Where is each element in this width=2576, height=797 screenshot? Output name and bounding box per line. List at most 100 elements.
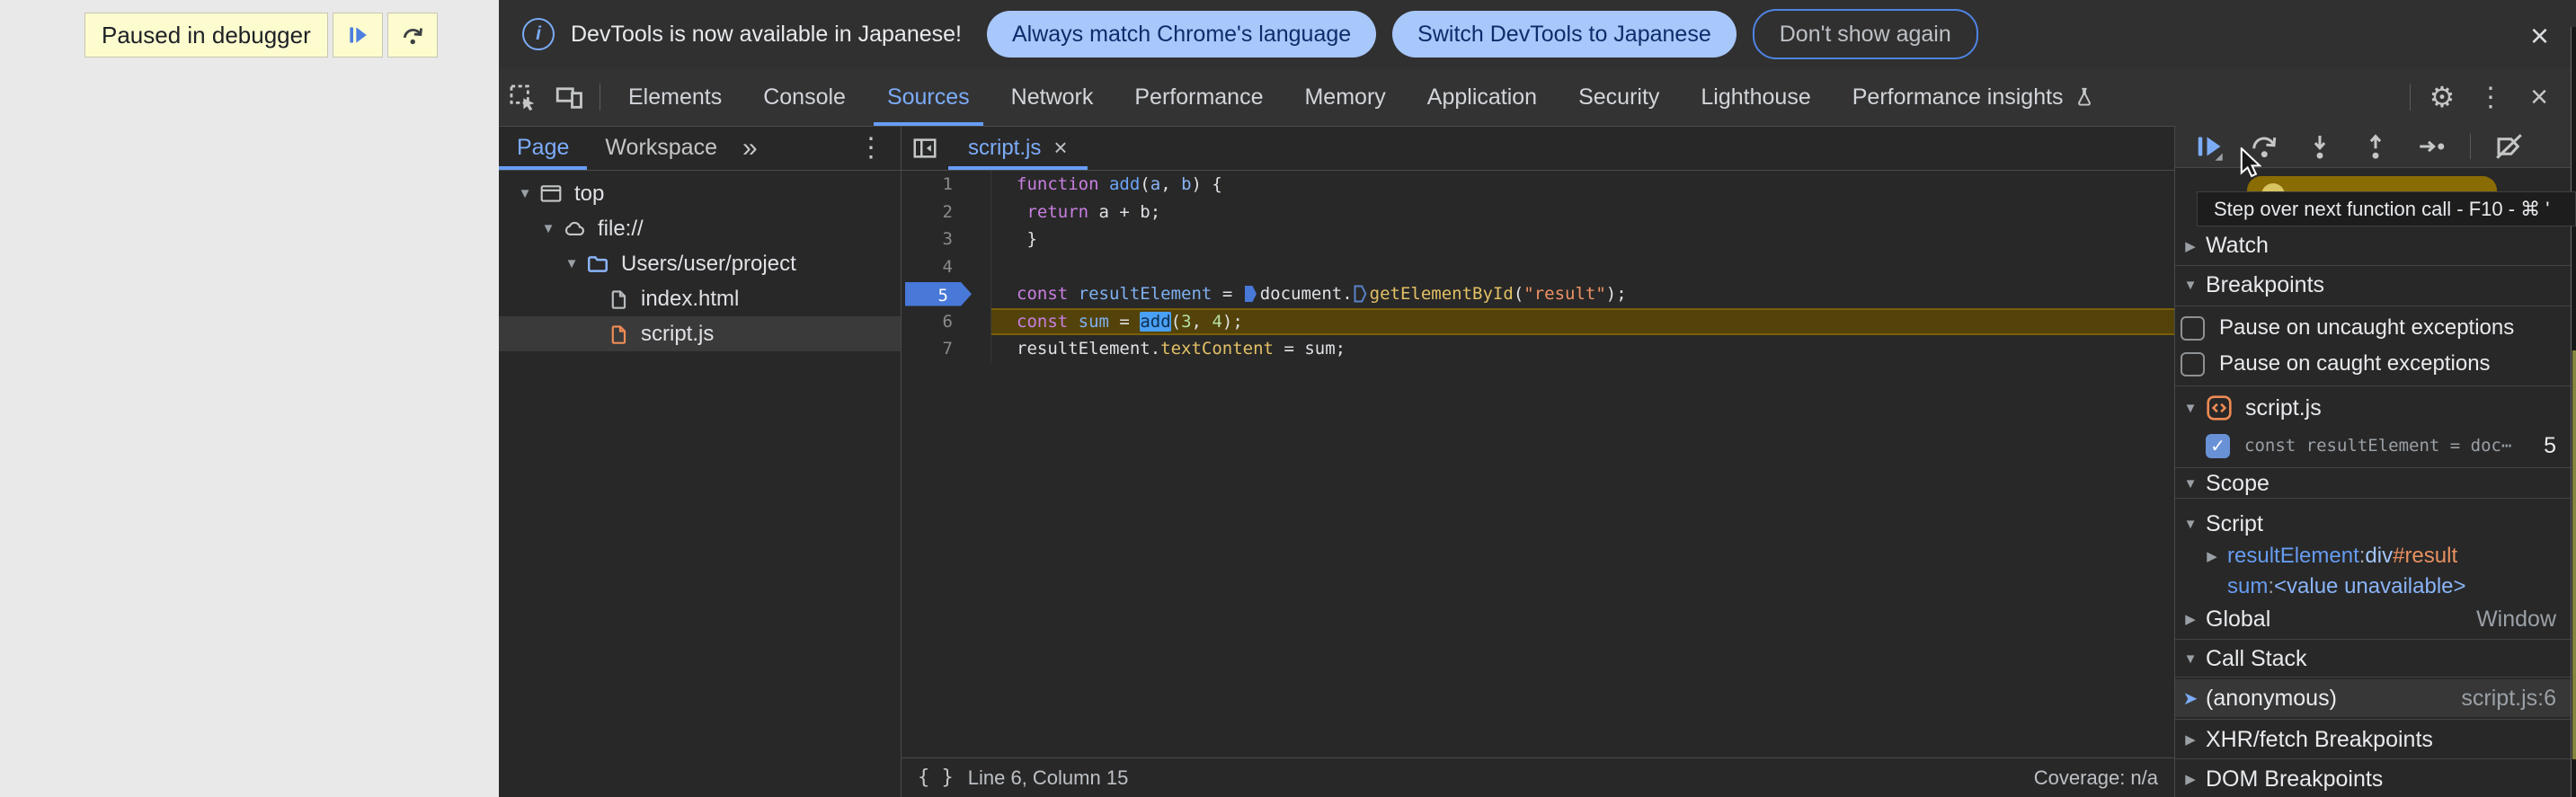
dont-show-again-button[interactable]: Don't show again <box>1752 9 1978 59</box>
inspect-element-button[interactable] <box>499 68 546 126</box>
code-text[interactable]: function add(a, b) { <box>991 171 2174 199</box>
tab-network[interactable]: Network <box>990 68 1115 126</box>
code-line-1[interactable]: 1 function add(a, b) { <box>902 171 2174 199</box>
code-text[interactable]: return a + b; <box>991 199 2174 226</box>
tab-label: Security <box>1578 84 1660 110</box>
gutter-line-6[interactable]: 6 <box>902 307 991 335</box>
global-value: Window <box>2476 606 2556 632</box>
tab-performance-insights[interactable]: Performance insights <box>1832 68 2117 126</box>
gutter-line-4[interactable]: 4 <box>902 252 991 280</box>
main-content: Page Workspace » ⋮ ▼ top ▼ file:// ▼ Users/us… <box>499 126 2576 797</box>
code-text[interactable]: const sum = add(3, 4); <box>991 307 2174 335</box>
scope-script-row[interactable]: ▼ Script <box>2175 507 2576 541</box>
code-editor[interactable]: 1 function add(a, b) {2 return a + b; 3 } 4… <box>902 171 2174 757</box>
gutter-line-5[interactable]: 5 <box>902 280 991 308</box>
navigator-tab-page[interactable]: Page <box>499 126 588 170</box>
code-text[interactable]: const resultElement = document. getElemen… <box>991 280 2174 308</box>
tree-item-top[interactable]: ▼ top <box>499 176 901 211</box>
step-out-button[interactable] <box>2358 129 2393 164</box>
pause-uncaught-row[interactable]: Pause on uncaught exceptions <box>2181 311 2576 345</box>
devtools-close-icon[interactable]: × <box>2515 68 2563 126</box>
expanded-triangle-icon[interactable]: ▼ <box>511 186 538 201</box>
device-toolbar-button[interactable] <box>546 68 592 126</box>
expanded-triangle-icon[interactable]: ▼ <box>535 221 562 236</box>
tab-lighthouse[interactable]: Lighthouse <box>1680 68 1831 126</box>
breakpoint-flag[interactable]: 5 <box>905 282 972 306</box>
notification-close-icon[interactable]: × <box>2530 20 2549 52</box>
code-line-4[interactable]: 4 <box>902 252 2174 281</box>
tab-security[interactable]: Security <box>1558 68 1680 126</box>
code-text[interactable]: resultElement.textContent = sum; <box>991 335 2174 363</box>
code-text[interactable] <box>991 253 2174 281</box>
switch-to-japanese-button[interactable]: Switch DevTools to Japanese <box>1392 11 1737 58</box>
scope-global-row[interactable]: ▶ Global Window <box>2175 602 2576 636</box>
navigator-kebab-icon[interactable]: ⋮ <box>857 132 901 164</box>
resume-script-button[interactable] <box>332 13 383 58</box>
paused-on-breakpoint-badge <box>2247 176 2497 192</box>
step-over-banner-button[interactable] <box>386 13 438 58</box>
tree-item-script.js[interactable]: script.js <box>499 316 901 351</box>
scope-var-resultelement[interactable]: ▶ resultElement: div #result <box>2197 541 2576 571</box>
tab-elements[interactable]: Elements <box>608 68 742 126</box>
code-text[interactable]: } <box>991 226 2174 253</box>
paused-in-debugger-banner: Paused in debugger <box>84 13 438 58</box>
tree-item-index.html[interactable]: index.html <box>499 281 901 316</box>
editor-tab-close-icon[interactable]: × <box>1053 134 1067 162</box>
tree-item-file-[interactable]: ▼ file:// <box>499 211 901 246</box>
tree-item-users-user-project[interactable]: ▼ Users/user/project <box>499 246 901 281</box>
code-line-2[interactable]: 2 return a + b; <box>902 198 2174 226</box>
token-pl: document. <box>1259 284 1353 304</box>
pause-uncaught-checkbox[interactable] <box>2181 315 2205 341</box>
pretty-print-icon[interactable]: { } <box>918 766 954 789</box>
resume-button[interactable] <box>2191 129 2225 164</box>
section-scope[interactable]: ▼ Scope <box>2175 469 2576 498</box>
expanded-triangle-icon[interactable]: ▼ <box>558 256 585 271</box>
navigator-tab-workspace[interactable]: Workspace <box>587 126 735 170</box>
breakpoint-group-scriptjs[interactable]: ▼ script.js <box>2175 390 2576 426</box>
gutter-line-7[interactable]: 7 <box>902 335 991 363</box>
scope-var-sum[interactable]: sum: <value unavailable> <box>2227 571 2576 602</box>
mouse-cursor <box>2240 147 2261 178</box>
kebab-menu-icon[interactable]: ⋮ <box>2466 68 2515 126</box>
pause-caught-row[interactable]: Pause on caught exceptions <box>2181 347 2576 381</box>
watch-collapsed-triangle-icon: ▶ <box>2185 238 2196 254</box>
step-button[interactable] <box>2414 129 2448 164</box>
xhr-collapsed-triangle-icon: ▶ <box>2185 732 2196 748</box>
always-match-language-button[interactable]: Always match Chrome's language <box>986 11 1377 58</box>
tree-item-label: top <box>574 181 605 206</box>
tab-application[interactable]: Application <box>1407 68 1558 126</box>
breakpoint-entry-row[interactable]: ✓ const resultElement = doc⋯ 5 <box>2206 428 2576 464</box>
tab-memory[interactable]: Memory <box>1284 68 1406 126</box>
editor-tab-scriptjs[interactable]: script.js × <box>948 126 1088 170</box>
step-into-button[interactable] <box>2303 129 2337 164</box>
gutter-line-3[interactable]: 3 <box>902 226 991 253</box>
gutter-line-1[interactable]: 1 <box>902 171 991 199</box>
section-breakpoints[interactable]: ▼ Breakpoints <box>2175 265 2576 306</box>
code-line-6[interactable]: 6 const sum = add(3, 4); <box>902 307 2174 335</box>
deactivate-breakpoints-button[interactable] <box>2492 129 2527 164</box>
section-dom-breakpoints[interactable]: ▶ DOM Breakpoints <box>2175 760 2576 797</box>
dom-label: DOM Breakpoints <box>2206 766 2384 792</box>
more-tabs-chevron-icon[interactable]: » <box>735 133 765 164</box>
code-line-3[interactable]: 3 } <box>902 226 2174 253</box>
tab-sources[interactable]: Sources <box>866 68 990 126</box>
inline-breakpoint-candidate-icon[interactable] <box>1354 285 1367 303</box>
tab-performance[interactable]: Performance <box>1114 68 1284 126</box>
gutter-line-2[interactable]: 2 <box>902 198 991 226</box>
inline-breakpoint-active-icon[interactable] <box>1244 285 1257 303</box>
settings-gear-icon[interactable]: ⚙ <box>2418 68 2466 126</box>
notification-message: DevTools is now available in Japanese! <box>571 21 962 47</box>
section-watch[interactable]: ▶ Watch <box>2175 226 2576 265</box>
section-xhr-breakpoints[interactable]: ▶ XHR/fetch Breakpoints <box>2175 721 2576 758</box>
hide-navigator-icon[interactable] <box>902 135 948 162</box>
callstack-frame-row[interactable]: ➤ (anonymous) script.js:6 <box>2175 679 2576 717</box>
breakpoint-entry-checkbox[interactable]: ✓ <box>2206 433 2230 458</box>
code-line-5[interactable]: 5 const resultElement = document. getEleme… <box>902 280 2174 308</box>
divider <box>2175 467 2576 468</box>
tab-console[interactable]: Console <box>742 68 866 126</box>
pause-caught-checkbox[interactable] <box>2181 351 2205 376</box>
section-call-stack[interactable]: ▼ Call Stack <box>2175 641 2576 677</box>
code-line-7[interactable]: 7 resultElement.textContent = sum; <box>902 335 2174 363</box>
tab-label: Network <box>1010 84 1094 110</box>
tree-item-label: script.js <box>641 321 715 346</box>
